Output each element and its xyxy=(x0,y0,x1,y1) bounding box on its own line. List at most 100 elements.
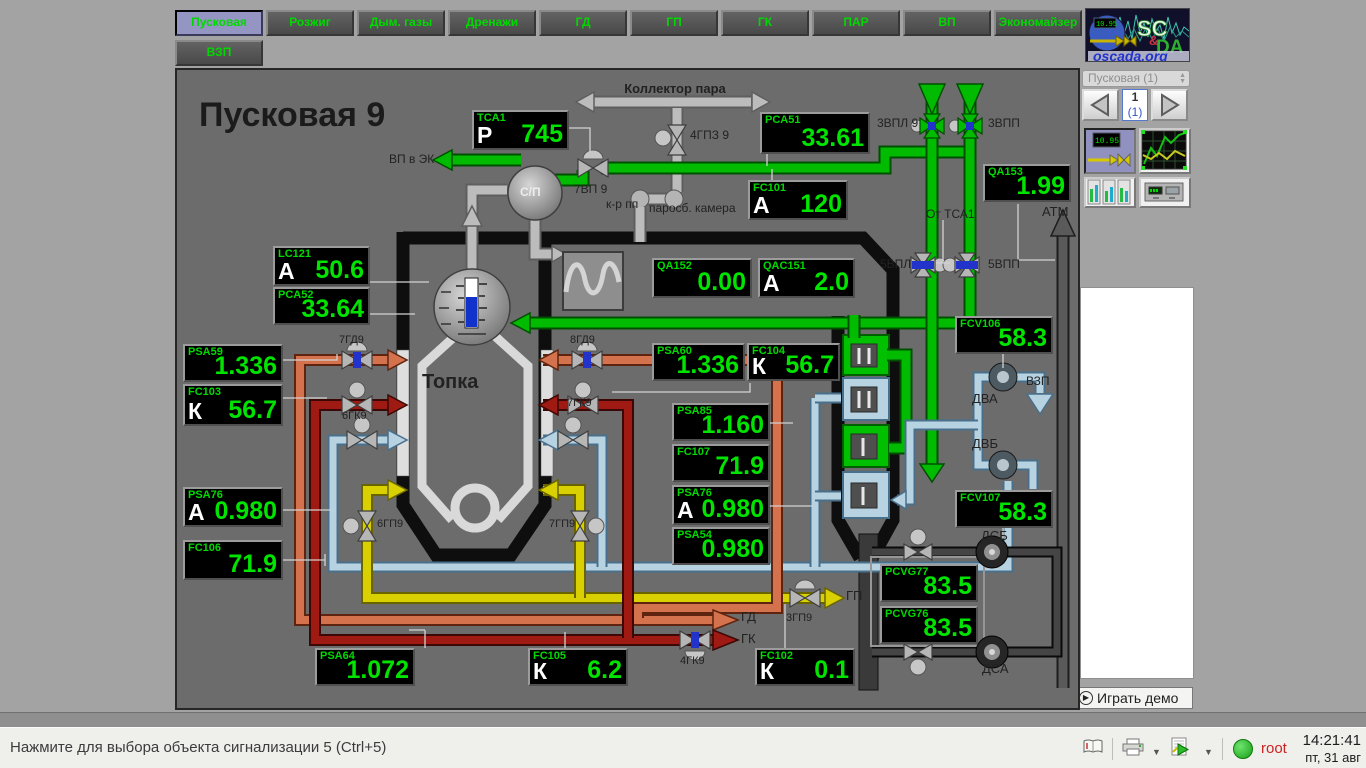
tab-ГД[interactable]: ГД xyxy=(539,10,627,36)
trend-icon xyxy=(1141,130,1187,170)
display-tag: PCVG77 xyxy=(885,566,928,579)
print-dropdown-icon[interactable]: ▼ xyxy=(1152,747,1161,757)
instrument-display-LC121[interactable]: LC121А50.6 xyxy=(273,246,370,286)
bars-view-button[interactable] xyxy=(1084,177,1136,208)
instrument-display-TCA1[interactable]: TCA1Р745 xyxy=(472,110,569,150)
drum-vessel[interactable] xyxy=(434,269,510,345)
pipe-label-dvb: ДВБ xyxy=(972,436,998,451)
instrument-display-FCV107[interactable]: FCV10758.3 xyxy=(955,490,1053,528)
display-value: 1.160 xyxy=(701,411,764,440)
view-selector-value: Пусковая (1) xyxy=(1088,71,1158,85)
display-value: 0.00 xyxy=(697,268,746,297)
view-selector[interactable]: Пусковая (1) ▲▼ xyxy=(1082,70,1190,87)
alarm-list-panel[interactable] xyxy=(1080,287,1194,679)
play-demo-button[interactable]: ▶ Играть демо xyxy=(1074,687,1193,709)
print-icon[interactable] xyxy=(1121,738,1145,757)
instrument-display-FC105[interactable]: FC105К6.2 xyxy=(528,648,628,686)
tab-Дренажи[interactable]: Дренажи xyxy=(448,10,536,36)
instrument-display-PSA76C[interactable]: PSA76А0.980 xyxy=(672,485,770,525)
display-value: 33.64 xyxy=(301,295,364,324)
status-bar: Нажмите для выбора объекта сигнализации … xyxy=(0,727,1366,768)
instrument-display-PCA52[interactable]: PCA5233.64 xyxy=(273,287,370,325)
instrument-display-FC102[interactable]: FC102К0.1 xyxy=(755,648,855,686)
instrument-display-PSA59[interactable]: PSA591.336 xyxy=(183,344,283,382)
tab-ГК[interactable]: ГК xyxy=(721,10,809,36)
instrument-display-FC103[interactable]: FC103К56.7 xyxy=(183,384,283,426)
pipe-label-gk7: 7ГК9 xyxy=(567,397,592,409)
mnemo-view-button[interactable]: 10.95 xyxy=(1084,128,1136,174)
bars-icon xyxy=(1086,179,1132,205)
display-value: 56.7 xyxy=(785,351,834,380)
pipe-label-gk6: 6ГК9 xyxy=(342,410,367,422)
tab-Дым. газы[interactable]: Дым. газы xyxy=(357,10,445,36)
instrument-display-QA153[interactable]: QA1531.99 xyxy=(983,164,1071,202)
tab-Экономайзер[interactable]: Экономайзер xyxy=(994,10,1082,36)
instrument-display-PCVG76[interactable]: PCVG7683.5 xyxy=(880,606,978,644)
display-letter: А xyxy=(763,270,780,297)
valve-3vpp[interactable] xyxy=(949,114,982,138)
logo-lcd: 10.95 xyxy=(1096,21,1117,29)
valve-7gd9[interactable] xyxy=(342,342,372,369)
pipe-label-gp7: 7ГП9 xyxy=(549,518,575,530)
status-message[interactable]: Нажмите для выбора объекта сигнализации … xyxy=(10,739,386,756)
valve-7vp9[interactable] xyxy=(578,150,608,177)
instrument-display-PCVG77[interactable]: PCVG7783.5 xyxy=(880,564,978,602)
tab-Розжиг[interactable]: Розжиг xyxy=(266,10,354,36)
arrow-right-icon xyxy=(1153,91,1186,119)
mimic-area[interactable]: .kG{stroke:#004f00;stroke-width:13;fill:… xyxy=(175,68,1080,710)
clock-time: 14:21:41 xyxy=(1303,732,1361,749)
instrument-display-PSA54[interactable]: PSA540.980 xyxy=(672,527,770,565)
tab-ВЗП[interactable]: ВЗП xyxy=(175,40,263,66)
pipe-label-dva: ДВА xyxy=(972,391,998,406)
tab-ПАР[interactable]: ПАР xyxy=(812,10,900,36)
valve-8gd9[interactable] xyxy=(572,342,602,369)
display-value: 83.5 xyxy=(923,614,972,643)
trend-view-button[interactable] xyxy=(1139,128,1191,174)
pipe-label-parosb: паросб. камера xyxy=(649,201,736,215)
instrument-display-QA152[interactable]: QA1520.00 xyxy=(652,258,752,298)
pipe-label-gp: ГП xyxy=(846,588,862,603)
pipe-label-dsa: ДСА xyxy=(982,661,1009,676)
doc-play-icon[interactable] xyxy=(1170,737,1190,757)
instrument-display-FC106[interactable]: FC106 71.9 xyxy=(183,540,283,580)
play-demo-label: Играть демо xyxy=(1097,690,1178,706)
panel-view-button[interactable] xyxy=(1139,177,1191,208)
pipe-label-vpl5: 5ВПЛ xyxy=(880,257,911,271)
clock: 14:21:41 пт, 31 авг xyxy=(1303,732,1361,766)
pipe-label-kollektor: Коллектор пара xyxy=(603,81,747,96)
instrument-display-FCV106[interactable]: FCV10658.3 xyxy=(955,316,1053,354)
instrument-display-PSA64[interactable]: PSA641.072 xyxy=(315,648,415,686)
display-value: 0.980 xyxy=(701,495,764,524)
oscada-logo: 10.95 SC & DA oscada.org xyxy=(1085,8,1190,62)
tab-ГП[interactable]: ГП xyxy=(630,10,718,36)
current-user[interactable]: root xyxy=(1261,740,1287,757)
instrument-display-PCA51[interactable]: PCA5133.61 xyxy=(760,112,870,154)
valve-5vpl[interactable] xyxy=(911,253,947,277)
pipe-label-gk4: 4ГК9 xyxy=(680,655,705,667)
next-page-button[interactable] xyxy=(1151,89,1188,121)
prev-page-button[interactable] xyxy=(1082,89,1119,121)
logo-site[interactable]: oscada.org xyxy=(1093,48,1168,62)
connection-status-icon[interactable] xyxy=(1233,739,1253,759)
alarm-book-icon[interactable] xyxy=(1082,738,1104,756)
instrument-display-FC107[interactable]: FC10771.9 xyxy=(672,444,770,482)
instrument-display-FC101[interactable]: FC101А120 xyxy=(748,180,848,220)
display-value: 71.9 xyxy=(228,550,277,579)
instrument-display-QAC151[interactable]: QAC151А2.0 xyxy=(758,258,855,298)
instrument-display-PSA85[interactable]: PSA851.160 xyxy=(672,403,770,441)
pipe-label-atm: АТМ xyxy=(1042,204,1068,219)
pipe-label-gk: ГК xyxy=(741,631,756,646)
scada-window: ПусковаяРозжигДым. газыДренажиГДГПГКПАРВ… xyxy=(0,0,1366,768)
instrument-display-FC104[interactable]: FC104К56.7 xyxy=(747,343,840,381)
instrument-display-PSA76L[interactable]: PSA76А0.980 xyxy=(183,487,283,527)
display-tag: FC106 xyxy=(188,542,221,555)
mnemo-icon: 10.95 xyxy=(1086,130,1132,170)
tab-ВП[interactable]: ВП xyxy=(903,10,991,36)
instrument-display-PSA60[interactable]: PSA601.336 xyxy=(652,343,745,381)
display-letter: А xyxy=(278,258,295,285)
fan-dvb[interactable] xyxy=(989,451,1017,479)
doc-dropdown-icon[interactable]: ▼ xyxy=(1204,747,1213,757)
pipe-label-gd8: 8ГД9 xyxy=(570,334,595,346)
spinner-arrows-icon[interactable]: ▲▼ xyxy=(1179,73,1186,85)
tab-Пусковая[interactable]: Пусковая xyxy=(175,10,263,36)
